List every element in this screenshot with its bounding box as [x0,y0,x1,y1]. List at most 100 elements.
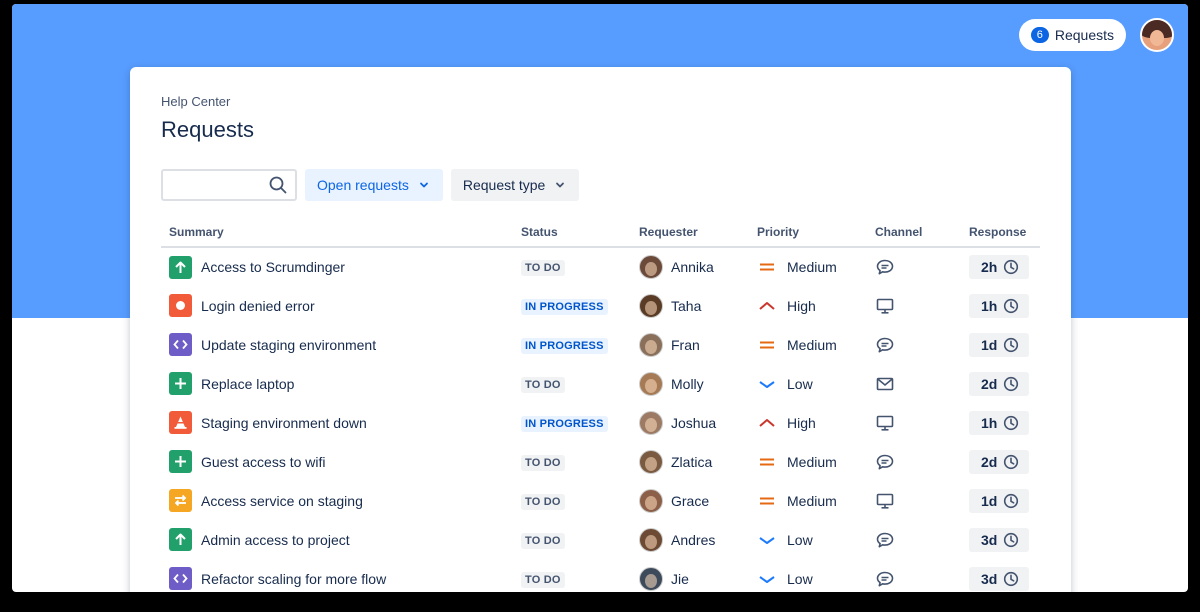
channel-cell [867,247,961,286]
channel-cell [867,286,961,325]
priority-cell-content: Low [757,376,867,392]
table-row[interactable]: Update staging environment IN PROGRESS Fra… [161,325,1040,364]
requests-card: Help Center Requests Open requests Reque… [130,67,1071,592]
circle-icon [169,294,192,317]
request-type-label: Request type [462,177,546,193]
monitor-icon [875,297,961,315]
table-row[interactable]: Access service on staging TO DO Grace Mediu… [161,481,1040,520]
top-bar: 6 Requests [1018,18,1174,52]
channel-cell [867,442,961,481]
summary-link[interactable]: Replace laptop [201,376,294,392]
response-time-badge: 2h [969,255,1030,279]
column-header-response[interactable]: Response [961,217,1040,248]
priority-cell: Low [749,364,867,403]
summary-link[interactable]: Admin access to project [201,532,350,548]
avatar [639,332,663,357]
requests-count-badge: 6 [1030,27,1049,43]
requester-name: Annika [671,259,714,275]
request-type-dropdown[interactable]: Request type [450,169,580,201]
breadcrumb[interactable]: Help Center [161,94,230,109]
requester-name: Andres [671,531,716,548]
column-header-channel[interactable]: Channel [867,217,961,248]
column-header-status[interactable]: Status [513,217,631,248]
summary-link[interactable]: Access to Scrumdinger [201,259,345,275]
priority-cell-content: Medium [757,493,867,509]
open-requests-dropdown[interactable]: Open requests [305,169,443,201]
avatar [639,449,663,474]
table-row[interactable]: Guest access to wifi TO DO Zlatica Medium 2d [161,442,1040,481]
priority-label: Medium [787,453,837,470]
summary-link[interactable]: Access service on staging [201,493,363,509]
status-badge: IN PROGRESS [521,337,608,354]
response-cell: 2d [961,442,1040,481]
status-badge: TO DO [521,532,565,549]
monitor-icon [875,414,961,432]
priority-cell: Medium [749,247,867,286]
clock-icon [1003,337,1019,353]
response-time-badge: 1h [969,293,1030,318]
response-time: 1h [981,414,998,431]
table-row[interactable]: Replace laptop TO DO Molly Low 2d [161,364,1040,403]
summary-link[interactable]: Guest access to wifi [201,454,326,470]
search-input[interactable] [161,169,297,201]
summary-link[interactable]: Staging environment down [201,415,367,431]
requester-name: Zlatica [671,453,713,470]
requester-cell-content: Annika [639,255,749,279]
table-row[interactable]: Access to Scrumdinger TO DO Annika Medium 2h [161,247,1040,286]
requester-name: Taha [671,297,702,314]
summary-cell: Access to Scrumdinger [161,247,513,286]
response-cell: 1d [961,325,1040,364]
status-cell: TO DO [513,481,631,520]
table-row[interactable]: Staging environment down IN PROGRESS Joshu… [161,403,1040,442]
requester-cell: Taha [631,286,749,325]
column-header-summary[interactable]: Summary [161,217,513,248]
requests-button-label: Requests [1054,27,1114,43]
column-header-priority[interactable]: Priority [749,217,867,248]
summary-cell: Admin access to project [161,520,513,559]
priority-cell: Medium [749,442,867,481]
requester-cell: Zlatica [631,442,749,481]
requester-cell-content: Zlatica [639,449,749,474]
response-time: 1h [981,297,998,314]
summary-link[interactable]: Login denied error [201,298,315,314]
channel-cell [867,364,961,403]
table-row[interactable]: Admin access to project TO DO Andres Low 3d [161,520,1040,559]
plus-icon [169,372,192,395]
channel-cell [867,403,961,442]
clock-icon [1003,532,1019,548]
priority-label: High [787,414,816,431]
response-time-badge: 1d [969,332,1030,357]
clock-icon [1003,298,1019,314]
summary-cell: Update staging environment [161,325,513,364]
user-avatar[interactable] [1140,18,1174,52]
requester-cell: Annika [631,247,749,286]
requester-cell-content: Joshua [639,410,749,435]
response-time-badge: 1h [969,410,1030,435]
priority-medium-icon [757,338,777,352]
summary-cell-content: Update staging environment [169,333,513,356]
priority-cell-content: Low [757,571,867,587]
priority-cell-content: Medium [757,454,867,470]
column-header-requester[interactable]: Requester [631,217,749,248]
requester-name: Jie [671,570,689,587]
requester-cell-content: Andres [639,527,749,552]
requests-button[interactable]: 6 Requests [1018,19,1126,51]
table-row[interactable]: Refactor scaling for more flow TO DO Jie Lo… [161,559,1040,592]
avatar [639,410,663,435]
summary-link[interactable]: Update staging environment [201,337,376,353]
cone-icon [169,411,192,434]
chat-icon [875,531,961,549]
table-row[interactable]: Login denied error IN PROGRESS Taha High 1h [161,286,1040,325]
priority-label: Medium [787,259,837,275]
avatar [639,527,663,552]
summary-link[interactable]: Refactor scaling for more flow [201,571,386,587]
requester-cell: Fran [631,325,749,364]
requester-name: Joshua [671,414,717,431]
avatar [639,293,663,318]
requester-cell: Molly [631,364,749,403]
chat-icon [875,570,961,588]
requester-cell: Andres [631,520,749,559]
priority-cell-content: Low [757,532,867,548]
summary-cell: Staging environment down [161,403,513,442]
clock-icon [1003,376,1019,392]
